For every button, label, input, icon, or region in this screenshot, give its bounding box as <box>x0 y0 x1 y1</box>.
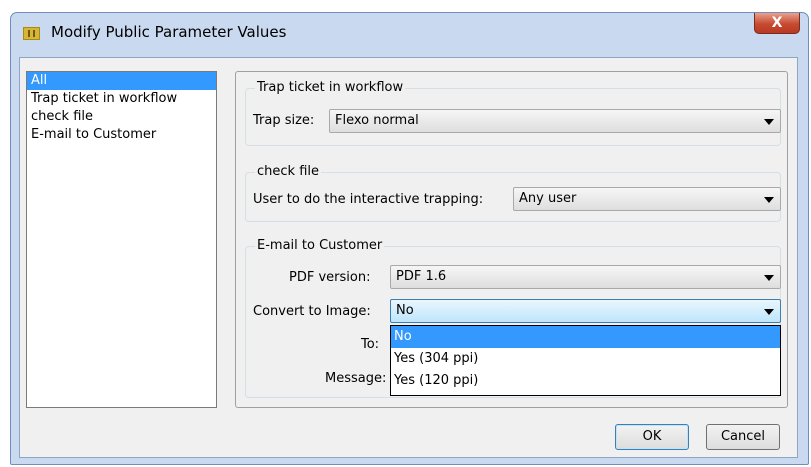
trap-size-label: Trap size: <box>253 113 315 128</box>
group-title-check-file: check file <box>255 164 321 179</box>
chevron-down-icon <box>764 309 774 315</box>
trap-size-select[interactable]: Flexo normal <box>329 109 781 133</box>
list-item-trap-ticket[interactable]: Trap ticket in workflow <box>27 90 216 108</box>
interactive-trapping-user-value: Any user <box>519 191 577 206</box>
convert-to-image-dropdown[interactable]: No Yes (304 ppi) Yes (120 ppi) <box>390 325 781 396</box>
title-bar[interactable]: Modify Public Parameter Values X <box>11 13 808 57</box>
convert-to-image-label: Convert to Image: <box>253 304 371 319</box>
convert-to-image-select[interactable]: No <box>390 299 781 323</box>
group-title-trap-ticket: Trap ticket in workflow <box>255 80 406 95</box>
chevron-down-icon <box>764 275 774 281</box>
list-item-email-customer[interactable]: E-mail to Customer <box>27 126 216 144</box>
parameter-group-list[interactable]: All Trap ticket in workflow check file E… <box>26 71 217 408</box>
pdf-version-value: PDF 1.6 <box>396 269 447 284</box>
dropdown-option-no[interactable]: No <box>391 326 780 348</box>
chevron-down-icon <box>764 119 774 125</box>
trap-size-value: Flexo normal <box>335 113 419 128</box>
group-title-email-customer: E-mail to Customer <box>255 238 385 253</box>
ok-button[interactable]: OK <box>615 424 689 450</box>
to-label: To: <box>361 337 380 352</box>
window-title: Modify Public Parameter Values <box>51 23 287 41</box>
list-item-check-file[interactable]: check file <box>27 108 216 126</box>
cancel-button[interactable]: Cancel <box>706 424 780 450</box>
close-icon: X <box>771 15 783 31</box>
app-icon <box>23 27 40 40</box>
pdf-version-select[interactable]: PDF 1.6 <box>390 265 781 289</box>
dropdown-option-yes-120[interactable]: Yes (120 ppi) <box>391 370 780 392</box>
dropdown-option-yes-304[interactable]: Yes (304 ppi) <box>391 348 780 370</box>
close-button[interactable]: X <box>754 13 800 34</box>
list-item-all[interactable]: All <box>27 72 216 90</box>
chevron-down-icon <box>764 197 774 203</box>
pdf-version-label: PDF version: <box>289 270 371 285</box>
interactive-trapping-user-select[interactable]: Any user <box>513 187 781 211</box>
interactive-trapping-user-label: User to do the interactive trapping: <box>253 192 484 207</box>
convert-to-image-value: No <box>396 303 414 318</box>
message-label: Message: <box>325 371 387 386</box>
